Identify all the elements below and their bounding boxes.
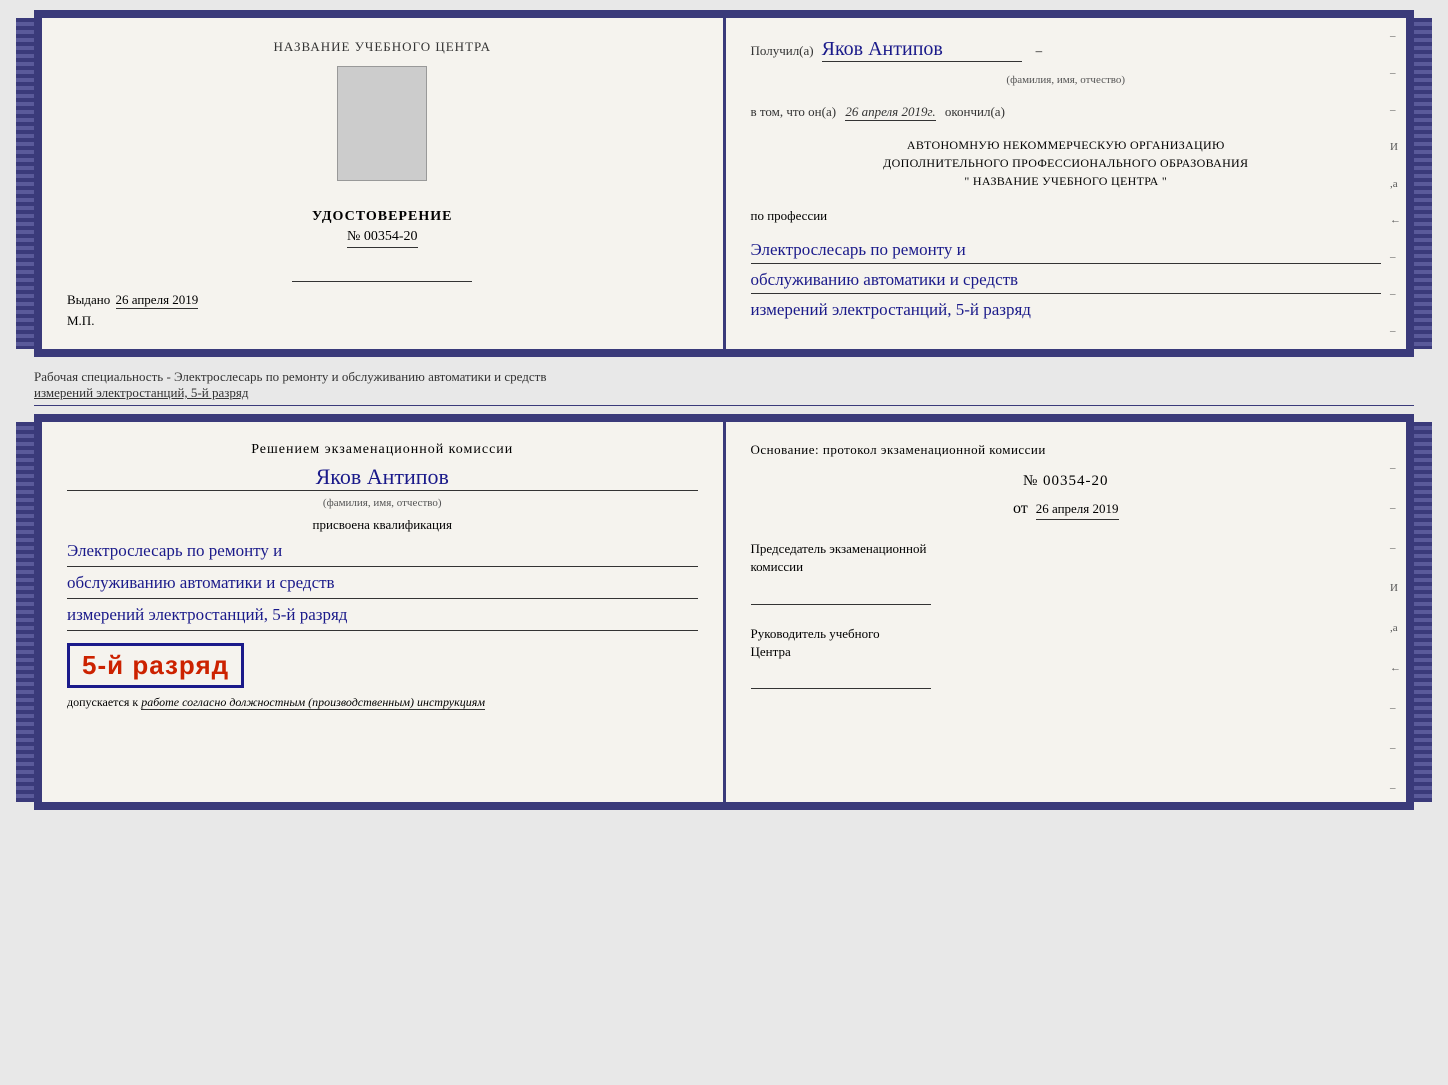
cert-right-page: Получил(а) Яков Антипов – (фамилия, имя,… [726, 18, 1407, 349]
fio-label-bottom: (фамилия, имя, отчество) [67, 497, 698, 509]
bottom-certificate-book: Решением экзаменационной комиссии Яков А… [34, 414, 1414, 810]
poluchil-prefix: Получил(а) [751, 43, 814, 59]
profession-block: Электрослесарь по ремонту и обслуживанию… [751, 234, 1382, 324]
middle-line1: Рабочая специальность - Электрослесарь п… [34, 369, 1414, 385]
bottom-right-page: Основание: протокол экзаменационной коми… [726, 422, 1407, 802]
vydano-mp-section: Выдано 26 апреля 2019 М.П. [67, 282, 698, 329]
predsedatel-signature-line [751, 585, 931, 605]
ot-date-wrapper: от 26 апреля 2019 [751, 500, 1382, 520]
udostoverenie-title: УДОСТОВЕРЕНИЕ [312, 209, 452, 225]
udostoverenie-number: № 00354-20 [347, 229, 418, 248]
rukovoditel-line1: Руководитель учебного [751, 625, 1382, 643]
razryad-badge: 5-й разряд [67, 643, 244, 688]
dopuskaetsya-italic: работе согласно должностным (производств… [141, 695, 485, 710]
profession-line2: обслуживанию автоматики и средств [751, 266, 1382, 294]
predsedatel-line1: Председатель экзаменационной [751, 540, 1382, 558]
fio-label-top: (фамилия, имя, отчество) [751, 74, 1382, 86]
recipient-name: Яков Антипов [822, 38, 1022, 62]
profession-line3: измерений электростанций, 5-й разряд [751, 296, 1382, 323]
protocol-number: № 00354-20 [751, 473, 1382, 490]
center-title: НАЗВАНИЕ УЧЕБНОГО ЦЕНТРА [274, 38, 491, 56]
profession-line1: Электрослесарь по ремонту и [751, 236, 1382, 264]
vydano-section: Выдано 26 апреля 2019 [67, 292, 698, 308]
top-certificate-book: НАЗВАНИЕ УЧЕБНОГО ЦЕНТРА УДОСТОВЕРЕНИЕ №… [34, 10, 1414, 357]
org-block: АВТОНОМНУЮ НЕКОММЕРЧЕСКУЮ ОРГАНИЗАЦИЮ ДО… [751, 136, 1382, 190]
photo-placeholder [337, 66, 427, 181]
photo-and-cert: УДОСТОВЕРЕНИЕ № 00354-20 [292, 56, 472, 282]
bottom-left-page: Решением экзаменационной комиссии Яков А… [42, 422, 726, 802]
cert-left-page: НАЗВАНИЕ УЧЕБНОГО ЦЕНТРА УДОСТОВЕРЕНИЕ №… [42, 18, 726, 349]
middle-line2: измерений электростанций, 5-й разряд [34, 385, 1414, 401]
osnovanie-text: Основание: протокол экзаменационной коми… [751, 442, 1382, 458]
vtom-line: в том, что он(а) 26 апреля 2019г. окончи… [751, 104, 1382, 120]
dopuskaetsya-prefix: допускается к [67, 695, 138, 709]
udostoverenie-section: УДОСТОВЕРЕНИЕ № 00354-20 [312, 209, 452, 248]
middle-text: Рабочая специальность - Электрослесарь п… [34, 365, 1414, 406]
rukovoditel-signature-line [751, 669, 931, 689]
prisvoena-label: присвоена квалификация [67, 517, 698, 533]
predsedatel-line2: комиссии [751, 558, 1382, 576]
rukovoditel-line2: Центра [751, 643, 1382, 661]
vydano-label: Выдано [67, 292, 110, 307]
right-decoration-bottom: –––И,а←––– [1390, 462, 1401, 794]
document-container: НАЗВАНИЕ УЧЕБНОГО ЦЕНТРА УДОСТОВЕРЕНИЕ №… [34, 10, 1414, 810]
razryad-text: 5-й разряд [82, 650, 229, 680]
vydano-date: 26 апреля 2019 [116, 292, 199, 309]
rukovoditel-text: Руководитель учебного Центра [751, 625, 1382, 689]
ot-prefix: от [1013, 500, 1028, 517]
mp-section: М.П. [67, 313, 698, 329]
vtom-date: 26 апреля 2019г. [845, 104, 935, 121]
vtom-prefix: в том, что он(а) [751, 104, 837, 119]
qual-line3: измерений электростанций, 5-й разряд [67, 601, 698, 631]
po-professii-label: по профессии [751, 208, 1382, 224]
bottom-name: Яков Антипов [67, 464, 698, 491]
ot-date: 26 апреля 2019 [1036, 501, 1119, 520]
right-decoration: –––И,а←––– [1390, 18, 1401, 349]
qualification-block: Электрослесарь по ремонту и обслуживанию… [67, 537, 698, 631]
org-line1: АВТОНОМНУЮ НЕКОММЕРЧЕСКУЮ ОРГАНИЗАЦИЮ [751, 136, 1382, 154]
org-line3: " НАЗВАНИЕ УЧЕБНОГО ЦЕНТРА " [751, 172, 1382, 190]
predsedatel-text: Председатель экзаменационной комиссии [751, 540, 1382, 604]
dopuskaetsya-block: допускается к работе согласно должностны… [67, 694, 698, 711]
qual-line2: обслуживанию автоматики и средств [67, 569, 698, 599]
org-line2: ДОПОЛНИТЕЛЬНОГО ПРОФЕССИОНАЛЬНОГО ОБРАЗО… [751, 154, 1382, 172]
poluchil-row: Получил(а) Яков Антипов – [751, 38, 1382, 62]
okoncil-label: окончил(а) [945, 104, 1005, 119]
qual-line1: Электрослесарь по ремонту и [67, 537, 698, 567]
resheniem-title: Решением экзаменационной комиссии [67, 442, 698, 458]
